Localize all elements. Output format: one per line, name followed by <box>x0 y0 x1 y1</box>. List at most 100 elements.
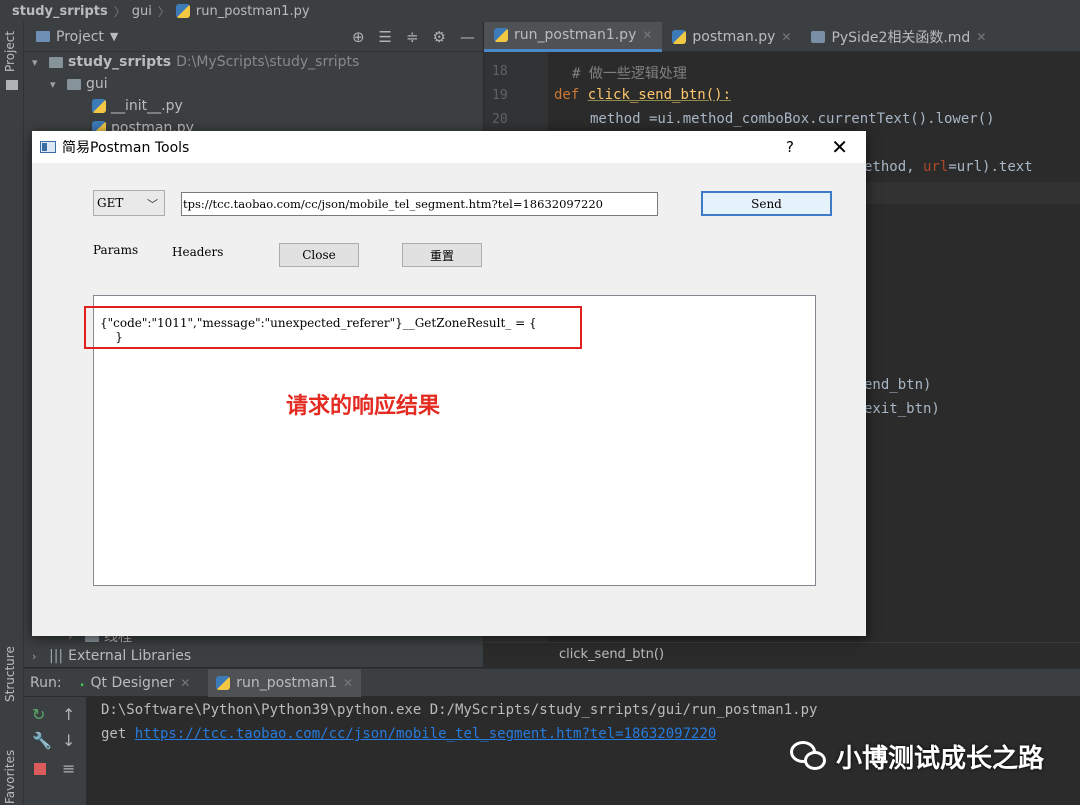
tab-label: PySide2相关函数.md <box>831 29 971 46</box>
close-icon[interactable]: ✕ <box>781 30 791 44</box>
qt-icon: . <box>79 675 85 690</box>
python-file-icon <box>494 28 508 42</box>
chevron-right-icon[interactable]: › <box>32 650 44 663</box>
run-tool-bar: Run: . Qt Designer ✕ run_postman1 ✕ <box>24 668 1080 697</box>
line-number: 20 <box>492 112 508 127</box>
run-tab-label: Qt Designer <box>90 674 175 691</box>
window-icon <box>40 141 56 153</box>
tree-item-path: D:\MyScripts\study_srripts <box>176 54 360 70</box>
tree-item-project-root[interactable]: ▾ study_srripts D:\MyScripts\study_srrip… <box>32 54 359 70</box>
soft-wrap-icon[interactable]: ≡ <box>62 759 75 778</box>
code-line-method[interactable]: method =ui.method_comboBox.currentText()… <box>590 111 995 127</box>
editor-breadcrumb-function[interactable]: click_send_btn() <box>559 647 664 662</box>
wrench-icon[interactable]: 🔧 <box>32 731 52 750</box>
library-icon: ||| <box>49 648 64 664</box>
console-line: get https://tcc.taobao.com/cc/json/mobil… <box>101 726 716 742</box>
tree-item-label: gui <box>86 76 108 92</box>
chevron-right-icon: 〉 <box>113 4 126 19</box>
run-tab-label: run_postman1 <box>236 674 337 691</box>
run-label: Run: <box>30 674 62 691</box>
method-combobox[interactable]: GET ﹀ <box>93 190 165 216</box>
console-link[interactable]: https://tcc.taobao.com/cc/json/mobile_te… <box>135 726 717 742</box>
console-line: D:\Software\Python\Python39\python.exe D… <box>101 702 818 718</box>
tree-item-label: study_srripts <box>68 54 172 70</box>
annotation-label: 请求的响应结果 <box>286 394 441 419</box>
tree-item-external-libraries[interactable]: › ||| External Libraries <box>32 648 191 664</box>
close-icon[interactable]: ✕ <box>642 28 652 42</box>
breadcrumb-project[interactable]: study_srripts <box>12 4 108 19</box>
chevron-down-icon[interactable]: ▾ <box>50 78 62 91</box>
postman-dialog: 简易Postman Tools ? ✕ GET ﹀ tps://tcc.taob… <box>32 131 866 636</box>
python-file-icon <box>92 99 106 113</box>
annotation-highlight-box <box>84 306 582 349</box>
reset-button[interactable]: 重置 <box>402 243 482 267</box>
favorites-tool-tab[interactable]: Favorites <box>3 750 17 804</box>
wechat-icon <box>790 740 828 773</box>
breadcrumb: study_srripts 〉 gui 〉 run_postman1.py <box>0 0 1080 22</box>
close-window-button[interactable]: ✕ <box>831 135 848 159</box>
expand-all-icon[interactable]: ☰ <box>379 28 392 46</box>
close-icon[interactable]: ✕ <box>180 676 190 690</box>
run-toolbar: ↻ ↑ 🔧 ↓ ≡ <box>24 697 86 805</box>
project-panel-title[interactable]: Project <box>56 29 104 45</box>
code-line-def[interactable]: def click_send_btn(): <box>554 87 731 103</box>
tree-item-label: __init__.py <box>111 98 183 114</box>
code-comment[interactable]: # 做一些逻辑处理 <box>572 63 687 83</box>
code-function-parens: (): <box>705 87 732 103</box>
code-function-name: click_send_btn <box>587 87 706 103</box>
tab-run-postman1[interactable]: run_postman1.py ✕ <box>484 21 663 52</box>
close-icon[interactable]: ✕ <box>343 676 353 690</box>
run-tab-qt-designer[interactable]: . Qt Designer ✕ <box>72 669 199 697</box>
line-number: 19 <box>492 88 508 103</box>
chevron-right-icon: 〉 <box>157 4 170 19</box>
tree-item-init[interactable]: __init__.py <box>92 98 183 114</box>
send-button[interactable]: Send <box>701 191 832 216</box>
project-tool-tab[interactable]: Project <box>3 31 17 72</box>
tab-label: postman.py <box>692 28 776 45</box>
chevron-down-icon: ﹀ <box>147 198 158 211</box>
code-param: url <box>923 159 949 175</box>
dialog-titlebar[interactable]: 简易Postman Tools <box>32 131 866 163</box>
code-line-connect-exit[interactable]: exit_btn) <box>864 401 940 417</box>
breadcrumb-folder[interactable]: gui <box>132 4 152 19</box>
editor-tab-bar: run_postman1.py ✕ postman.py ✕ PySide2相关… <box>484 21 1080 52</box>
arrow-up-icon[interactable]: ↑ <box>62 705 75 724</box>
gear-icon[interactable]: ⚙ <box>433 28 446 46</box>
folder-icon <box>67 78 81 90</box>
rerun-icon[interactable]: ↻ <box>32 705 45 724</box>
locate-icon[interactable]: ⊕ <box>352 28 365 46</box>
code-keyword: def <box>554 87 580 103</box>
breadcrumb-file[interactable]: run_postman1.py <box>196 4 310 19</box>
code-fragment: ethod, <box>864 159 924 175</box>
headers-label[interactable]: Headers <box>172 245 223 259</box>
params-label[interactable]: Params <box>93 243 138 257</box>
python-file-icon <box>672 29 687 44</box>
url-input[interactable]: tps://tcc.taobao.com/cc/json/mobile_tel_… <box>181 192 658 216</box>
tab-postman[interactable]: postman.py ✕ <box>662 22 801 52</box>
project-view-icon <box>36 31 50 42</box>
tab-label: run_postman1.py <box>514 27 637 43</box>
close-icon[interactable]: ✕ <box>976 30 986 44</box>
help-button[interactable]: ? <box>786 138 794 156</box>
tab-pyside2-md[interactable]: PySide2相关函数.md ✕ <box>801 22 996 52</box>
python-file-icon <box>216 675 231 690</box>
minimize-icon[interactable]: — <box>460 28 475 46</box>
tree-item-label: External Libraries <box>68 648 192 664</box>
markdown-file-icon <box>811 30 826 43</box>
line-number: 18 <box>492 64 508 79</box>
tree-item-gui[interactable]: ▾ gui <box>50 76 108 92</box>
chevron-down-icon[interactable]: ▼ <box>110 30 118 43</box>
close-button[interactable]: Close <box>279 243 359 267</box>
console-text: get <box>101 726 135 742</box>
chevron-down-icon[interactable]: ▾ <box>32 56 44 69</box>
response-textbox[interactable]: {"code":"1011","message":"unexpected_ref… <box>84 295 816 586</box>
code-line-connect-send[interactable]: end_btn) <box>864 377 931 393</box>
run-tab-run-postman1[interactable]: run_postman1 ✕ <box>208 668 362 697</box>
code-line-request[interactable]: ethod, url=url).text <box>864 159 1033 175</box>
method-combobox-value: GET <box>97 196 124 210</box>
stop-icon[interactable] <box>34 763 46 775</box>
project-panel-toolbar: ⊕ ☰ ≑ ⚙ — <box>352 28 475 46</box>
collapse-all-icon[interactable]: ≑ <box>406 28 419 46</box>
structure-tool-tab[interactable]: Structure <box>3 646 17 702</box>
arrow-down-icon[interactable]: ↓ <box>62 731 75 750</box>
